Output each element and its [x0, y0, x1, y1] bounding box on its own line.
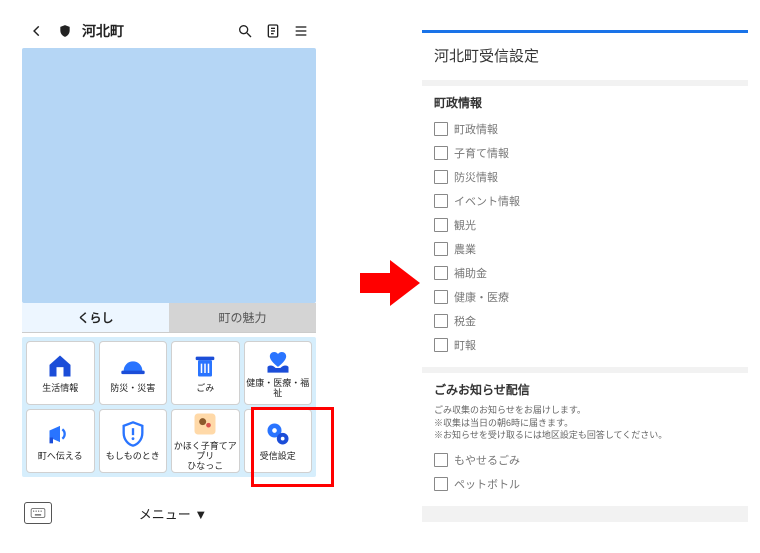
checkbox-label: 防災情報 — [454, 169, 498, 185]
section-title: 町政情報 — [434, 94, 736, 111]
checkbox-row[interactable]: 防災情報 — [434, 165, 736, 189]
house-icon — [46, 352, 74, 380]
section-subtext: ごみ収集のお知らせをお届けします。※収集は当日の朝6時に届きます。※お知らせを受… — [434, 404, 736, 442]
tile-garbage[interactable]: ごみ — [171, 341, 240, 405]
checkbox-label: 町政情報 — [454, 121, 498, 137]
checkbox-icon[interactable] — [434, 290, 448, 304]
checkbox-label: ペットボトル — [454, 476, 520, 492]
checkbox-row[interactable]: 補助金 — [434, 261, 736, 285]
location-title: 河北町 — [82, 21, 124, 41]
checkbox-row[interactable]: もやせるごみ — [434, 448, 736, 472]
tile-label: 受信設定 — [260, 452, 296, 462]
checkbox-row[interactable]: 農業 — [434, 237, 736, 261]
tile-settings[interactable]: 受信設定 — [244, 409, 313, 473]
checkbox-row[interactable]: 健康・医療 — [434, 285, 736, 309]
tile-label: 防災・災害 — [110, 384, 155, 394]
tile-emergency[interactable]: もしものとき — [99, 409, 168, 473]
checkbox-label: イベント情報 — [454, 193, 520, 209]
checkbox-row[interactable]: 町報 — [434, 333, 736, 357]
tile-label: もしものとき — [106, 452, 160, 462]
checkbox-label: 農業 — [454, 241, 476, 257]
tile-disaster[interactable]: 防災・災害 — [99, 341, 168, 405]
tile-welfare[interactable]: 健康・医療・福祉 — [244, 341, 313, 405]
checkbox-row[interactable]: 町政情報 — [434, 117, 736, 141]
tile-kosodate[interactable]: かほく子育てアプリ ひなっこ — [171, 409, 240, 473]
back-icon[interactable] — [26, 20, 48, 42]
checkbox-label: 健康・医療 — [454, 289, 509, 305]
app-image-icon — [191, 410, 219, 438]
section-townpolitics: 町政情報 町政情報子育て情報防災情報イベント情報観光農業補助金健康・医療税金町報 — [422, 86, 748, 367]
section-title: ごみお知らせ配信 — [434, 381, 736, 398]
checkbox-row[interactable]: 観光 — [434, 213, 736, 237]
shield-alert-icon — [119, 420, 147, 448]
checkbox-row[interactable]: 子育て情報 — [434, 141, 736, 165]
checkbox-label: 観光 — [454, 217, 476, 233]
checkbox-icon[interactable] — [434, 146, 448, 160]
checkbox-icon[interactable] — [434, 266, 448, 280]
search-icon[interactable] — [234, 20, 256, 42]
checkbox-row[interactable]: 税金 — [434, 309, 736, 333]
helmet-icon — [119, 352, 147, 380]
checkbox-icon[interactable] — [434, 453, 448, 467]
tile-life[interactable]: 生活情報 — [26, 341, 95, 405]
heart-hands-icon — [264, 347, 292, 375]
checkbox-icon[interactable] — [434, 122, 448, 136]
tile-voice[interactable]: 町へ伝える — [26, 409, 95, 473]
checkbox-label: もやせるごみ — [454, 452, 520, 468]
checkbox-label: 税金 — [454, 313, 476, 329]
footer-menu-button[interactable]: メニュー ▼ — [52, 504, 294, 523]
tab-miryoku[interactable]: 町の魅力 — [169, 303, 316, 333]
tile-label: 生活情報 — [42, 384, 78, 394]
app-header: 河北町 — [18, 14, 320, 48]
checkbox-icon[interactable] — [434, 338, 448, 352]
settings-panel: 河北町受信設定 町政情報 町政情報子育て情報防災情報イベント情報観光農業補助金健… — [422, 30, 748, 522]
checkbox-label: 町報 — [454, 337, 476, 353]
checkbox-icon[interactable] — [434, 194, 448, 208]
checkbox-row[interactable]: イベント情報 — [434, 189, 736, 213]
tile-label: かほく子育てアプリ ひなっこ — [172, 442, 239, 472]
settings-title: 河北町受信設定 — [422, 30, 748, 80]
section-garbage: ごみお知らせ配信 ごみ収集のお知らせをお届けします。※収集は当日の朝6時に届きま… — [422, 373, 748, 506]
checkbox-icon[interactable] — [434, 314, 448, 328]
checkbox-icon[interactable] — [434, 477, 448, 491]
checkbox-label: 子育て情報 — [454, 145, 509, 161]
checkbox-icon[interactable] — [434, 242, 448, 256]
footer-bar: メニュー ▼ — [18, 498, 320, 528]
document-icon[interactable] — [262, 20, 284, 42]
app-home-screen: 河北町 くらし 町の魅力 生活情報 防災・災害 ごみ 健康・医療・福祉町へ伝える もしも… — [18, 14, 320, 528]
category-tabs: くらし 町の魅力 — [22, 303, 316, 333]
checkbox-row[interactable]: ペットボトル — [434, 472, 736, 496]
gear-double-icon — [264, 420, 292, 448]
checkbox-icon[interactable] — [434, 218, 448, 232]
hamburger-menu-icon[interactable] — [290, 20, 312, 42]
trash-icon — [191, 352, 219, 380]
flow-arrow-icon — [360, 260, 420, 306]
tile-label: ごみ — [196, 384, 214, 394]
menu-grid: 生活情報 防災・災害 ごみ 健康・医療・福祉町へ伝える もしものとき かほく子育てアプリ … — [26, 341, 312, 473]
tab-kurashi[interactable]: くらし — [22, 303, 169, 333]
keyboard-icon[interactable] — [24, 502, 52, 524]
hero-image — [22, 48, 316, 303]
checkbox-label: 補助金 — [454, 265, 487, 281]
tile-label: 健康・医療・福祉 — [245, 379, 312, 399]
tile-label: 町へ伝える — [38, 452, 83, 462]
megaphone-icon — [46, 420, 74, 448]
checkbox-icon[interactable] — [434, 170, 448, 184]
shield-icon — [54, 20, 76, 42]
